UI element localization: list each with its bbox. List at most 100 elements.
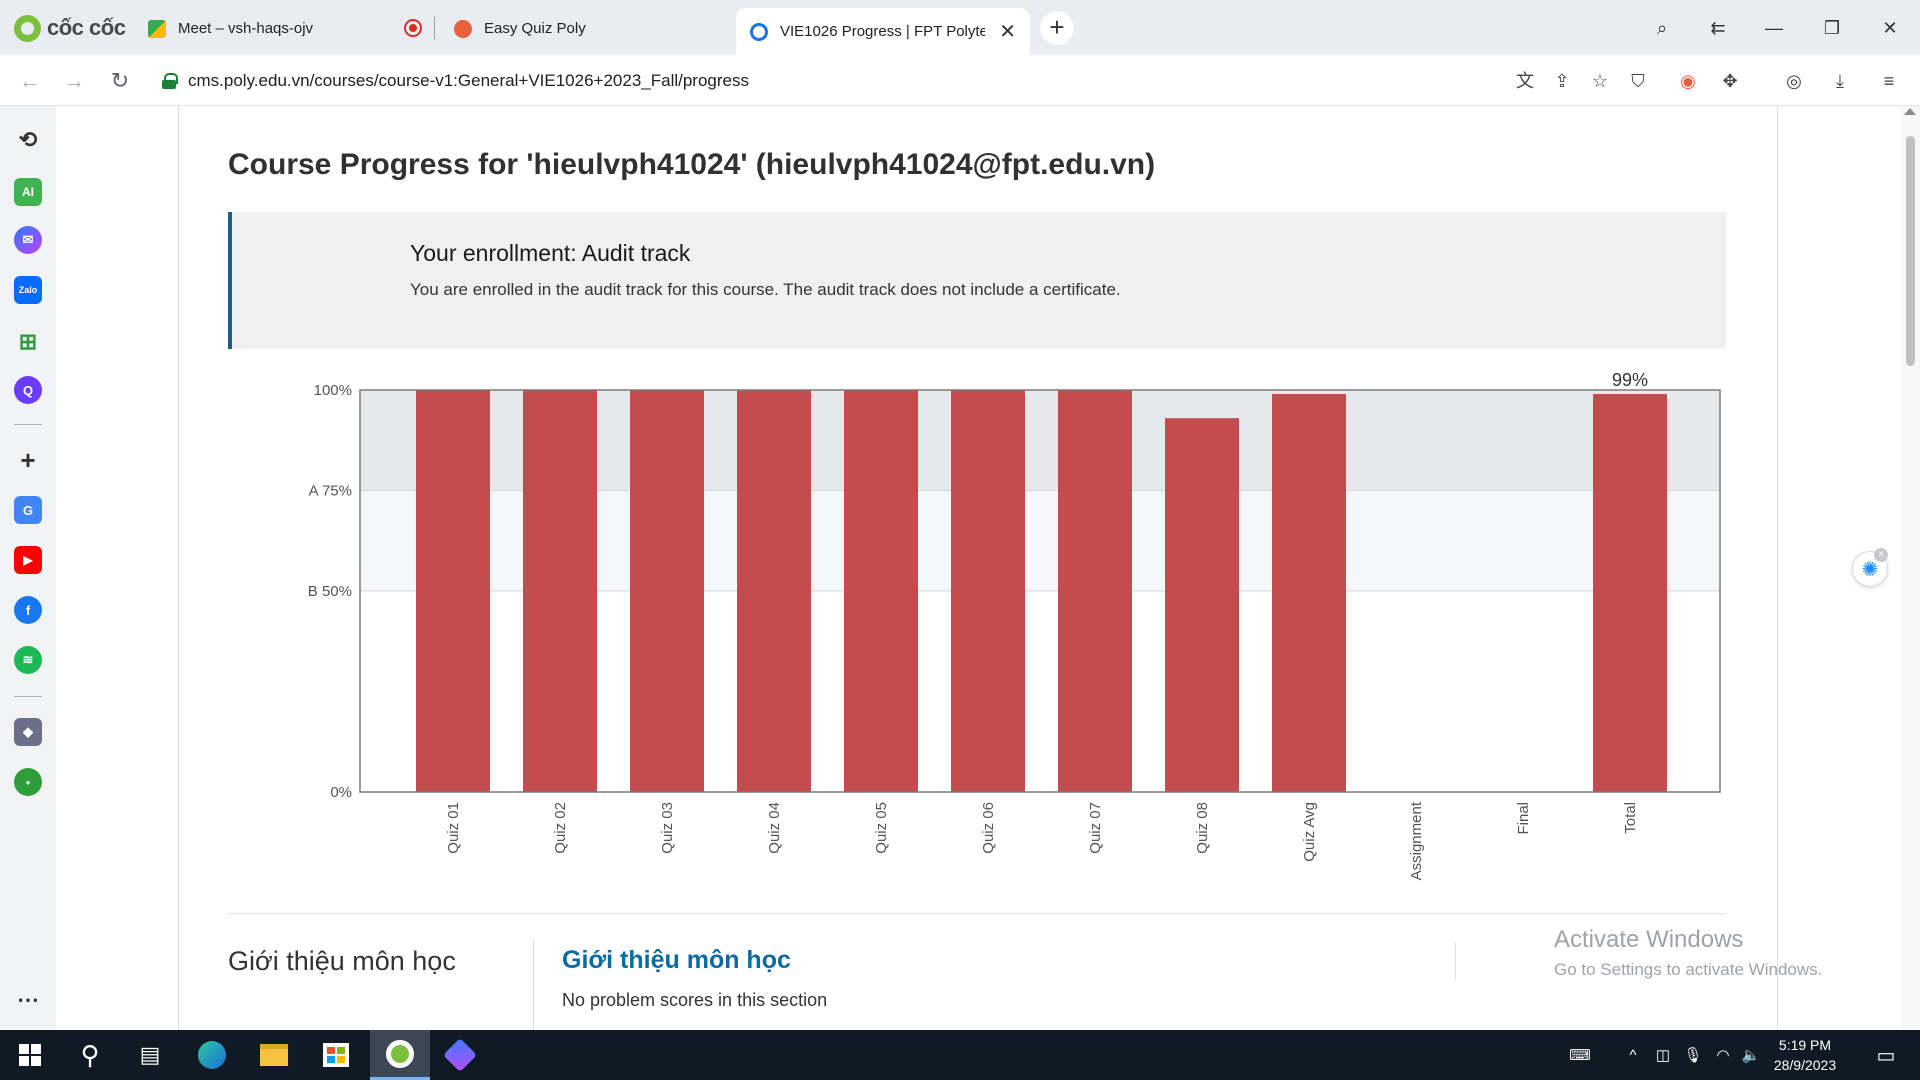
page-title: Course Progress for 'hieulvph41024' (hie… bbox=[228, 148, 1156, 181]
activate-windows-subtitle: Go to Settings to activate Windows. bbox=[1554, 960, 1823, 979]
browser-brand[interactable]: cốc cốc bbox=[14, 12, 126, 44]
clock-time: 5:19 PM bbox=[1778, 1037, 1832, 1053]
tab-strip: cốc cốc Meet – vsh-haqs-ojv Easy Quiz Po… bbox=[0, 0, 1920, 55]
game-controller-icon[interactable]: ⊞ bbox=[14, 328, 42, 356]
profile-icon[interactable]: ◎ bbox=[1782, 69, 1806, 93]
activate-windows-title: Activate Windows bbox=[1554, 926, 1744, 953]
lock-icon[interactable] bbox=[162, 73, 178, 89]
sidebar-divider bbox=[14, 424, 42, 425]
y-tick-label: 100% bbox=[314, 382, 352, 399]
coccoc-logo-icon bbox=[14, 14, 41, 42]
history-icon[interactable]: ⟲ bbox=[14, 126, 42, 154]
scroll-up-icon[interactable] bbox=[1904, 108, 1916, 115]
share-icon[interactable]: ⇪ bbox=[1550, 69, 1574, 93]
x-tick-label: Quiz 07 bbox=[1087, 802, 1104, 854]
subsection-note: No problem scores in this section bbox=[562, 990, 828, 1010]
close-assistant-icon[interactable]: × bbox=[1874, 548, 1888, 562]
subsection-link[interactable]: Giới thiệu môn học bbox=[562, 946, 791, 975]
new-tab-button[interactable]: + bbox=[1040, 11, 1074, 45]
easy-quiz-poly-icon bbox=[454, 19, 472, 38]
browser-sidebar: ⟲ AI ✉ Zalo ⊞ Q + G ▶ f ≋ ◆ ● ⋯ bbox=[0, 106, 56, 1030]
x-tick-label: Quiz Avg bbox=[1301, 802, 1318, 862]
bar bbox=[844, 390, 918, 792]
y-tick-label: A 75% bbox=[309, 483, 352, 500]
bar bbox=[1165, 418, 1239, 792]
menu-icon[interactable]: ≡ bbox=[1877, 69, 1901, 93]
keyboard-icon[interactable]: ⌨ bbox=[1560, 1030, 1600, 1080]
sidebar-divider bbox=[14, 696, 42, 697]
notifications-icon[interactable]: ▭ bbox=[1866, 1030, 1906, 1080]
messenger-icon[interactable]: ✉ bbox=[14, 226, 42, 254]
section-separator bbox=[533, 940, 534, 1030]
tab-search-icon[interactable]: ⌕ bbox=[1640, 8, 1684, 48]
tab-title: VIE1026 Progress | FPT Polytechi bbox=[780, 23, 986, 40]
bar-value-label: 99% bbox=[1612, 370, 1648, 390]
section-divider bbox=[228, 913, 1726, 914]
extension-coccoc-icon[interactable]: ◉ bbox=[1676, 69, 1700, 93]
enrollment-description: You are enrolled in the audit track for … bbox=[410, 280, 1121, 299]
add-shortcut-icon[interactable]: + bbox=[14, 445, 42, 475]
bar bbox=[630, 390, 704, 792]
app-taskbar-icon[interactable] bbox=[430, 1030, 490, 1080]
bar bbox=[1272, 394, 1346, 792]
game-avatar-icon[interactable]: ◆ bbox=[14, 718, 42, 746]
bar bbox=[523, 390, 597, 792]
edge-icon[interactable] bbox=[182, 1030, 242, 1080]
sidebar-toggle-icon[interactable]: ⇇ bbox=[1696, 8, 1740, 48]
task-view-icon[interactable]: ▤ bbox=[120, 1030, 180, 1080]
microsoft-store-icon[interactable] bbox=[306, 1030, 366, 1080]
x-tick-label: Quiz 03 bbox=[659, 802, 676, 854]
scroll-thumb[interactable] bbox=[1906, 136, 1915, 366]
section-separator bbox=[1455, 943, 1456, 979]
x-tick-label: Quiz 05 bbox=[873, 802, 890, 854]
extensions-puzzle-icon[interactable]: ✥ bbox=[1718, 69, 1742, 93]
forward-icon[interactable]: → bbox=[58, 65, 90, 97]
bookmark-star-icon[interactable]: ☆ bbox=[1588, 69, 1612, 93]
recording-icon bbox=[404, 19, 422, 37]
q-search-icon[interactable]: Q bbox=[14, 376, 42, 404]
back-icon[interactable]: ← bbox=[14, 65, 46, 97]
wifi-icon[interactable]: ◠ bbox=[1710, 1030, 1736, 1080]
google-translate-icon[interactable]: G bbox=[14, 496, 42, 524]
shield-icon[interactable]: ⛉ bbox=[1626, 69, 1650, 93]
x-tick-label: Quiz 01 bbox=[445, 802, 462, 854]
page-scrollbar[interactable] bbox=[1901, 106, 1920, 1030]
translate-icon[interactable]: 文 bbox=[1513, 69, 1537, 93]
minimize-button[interactable]: — bbox=[1752, 8, 1796, 48]
coccoc-taskbar-icon[interactable] bbox=[370, 1030, 430, 1080]
youtube-icon[interactable]: ▶ bbox=[14, 546, 42, 574]
tab-vie1026-progress[interactable]: VIE1026 Progress | FPT Polytechi ✕ bbox=[736, 8, 1030, 55]
bar bbox=[951, 390, 1025, 792]
grade-chart: 100% A 75% B 50% 0% Quiz 01 Quiz 02 Quiz 03 Qui… bbox=[308, 370, 1721, 880]
clock-date: 28/9/2023 bbox=[1773, 1057, 1837, 1073]
url-text[interactable]: cms.poly.edu.vn/courses/course-v1:Genera… bbox=[188, 71, 749, 91]
file-explorer-icon[interactable] bbox=[244, 1030, 304, 1080]
download-icon[interactable]: ⤓ bbox=[1828, 69, 1852, 93]
page-loading-icon bbox=[750, 22, 768, 41]
spotify-icon[interactable]: ≋ bbox=[14, 646, 42, 674]
tab-easy-quiz-poly[interactable]: Easy Quiz Poly bbox=[440, 10, 720, 47]
bar bbox=[1058, 390, 1132, 792]
bar bbox=[416, 390, 490, 792]
x-tick-label: Final bbox=[1515, 802, 1532, 835]
tray-chevron-icon[interactable]: ^ bbox=[1620, 1030, 1646, 1080]
bar bbox=[1593, 394, 1667, 792]
restore-button[interactable]: ❐ bbox=[1810, 8, 1854, 48]
reload-icon[interactable]: ↻ bbox=[104, 65, 136, 97]
y-tick-label: B 50% bbox=[308, 583, 352, 600]
ai-assistant-icon[interactable]: AI bbox=[14, 178, 42, 206]
windows-start-icon[interactable] bbox=[0, 1030, 60, 1080]
address-bar[interactable]: cms.poly.edu.vn/courses/course-v1:Genera… bbox=[148, 62, 1658, 100]
system-clock[interactable]: 5:19 PM 28/9/2023 bbox=[1760, 1035, 1850, 1075]
close-tab-icon[interactable]: ✕ bbox=[999, 22, 1016, 42]
tab-meet[interactable]: Meet – vsh-haqs-ojv bbox=[134, 10, 424, 47]
zalo-icon[interactable]: Zalo bbox=[14, 276, 42, 304]
facebook-icon[interactable]: f bbox=[14, 596, 42, 624]
mfgame-icon[interactable]: ● bbox=[14, 768, 42, 796]
webcam-icon[interactable]: ◫ bbox=[1650, 1030, 1676, 1080]
more-options-icon[interactable]: ⋯ bbox=[14, 986, 42, 1014]
x-tick-label: Quiz 08 bbox=[1194, 802, 1211, 854]
search-icon[interactable]: ⚲ bbox=[60, 1030, 120, 1080]
microphone-icon[interactable]: 🎙 bbox=[1680, 1030, 1706, 1080]
close-window-button[interactable]: ✕ bbox=[1868, 8, 1912, 48]
